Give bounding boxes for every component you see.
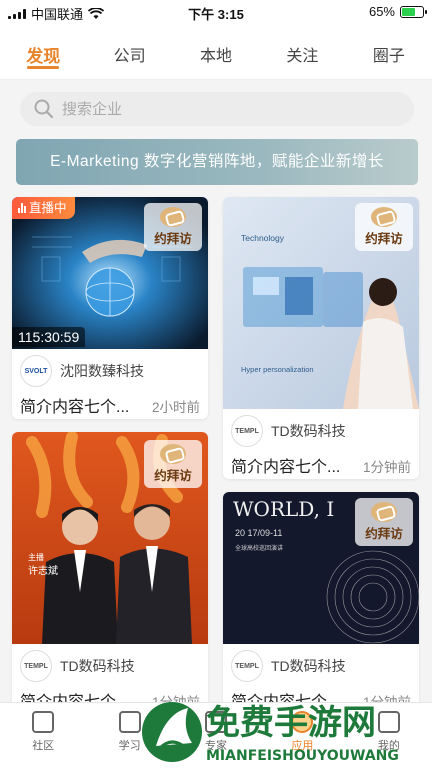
top-tabs: 发现 公司 本地 关注 圈子	[0, 22, 432, 80]
search-bar[interactable]	[20, 92, 414, 126]
company-name: TD数码科技	[271, 658, 346, 674]
tab-local[interactable]: 本地	[173, 22, 259, 79]
tab-discover[interactable]: 发现	[0, 22, 86, 79]
status-bar: 中国联通 下午 3:15 65%	[0, 0, 432, 22]
apps-icon	[291, 711, 314, 733]
visit-label: 约拜访	[154, 469, 192, 483]
battery-percent: 65%	[368, 4, 395, 19]
nav-expert[interactable]: 专家	[173, 703, 259, 768]
visit-button[interactable]: 约拜访	[355, 203, 413, 251]
company-card[interactable]: 主播 许志斌 约拜访 TEMPL TD数码科技 简介内容七个... 1分钟前	[12, 432, 208, 714]
company-card[interactable]: 直播中 约拜访 115:30:59 SVOLT 沈阳数臻科技 简介内容七个...…	[12, 197, 208, 419]
book-icon	[118, 711, 141, 733]
post-time: 1分钟前	[362, 460, 411, 475]
image-subtitle: 全球高校巡回演讲	[235, 544, 283, 552]
company-logo: TEMPL	[20, 650, 52, 682]
live-bars-icon	[18, 203, 26, 213]
visit-button[interactable]: 约拜访	[355, 498, 413, 546]
visit-label: 约拜访	[365, 527, 403, 541]
image-title: WORLD, I	[233, 497, 334, 521]
image-text-technology: Technology	[241, 233, 285, 243]
company-logo: TEMPL	[231, 415, 263, 447]
tab-follow[interactable]: 关注	[259, 22, 345, 79]
desc-text: 简介内容七个...	[231, 459, 341, 476]
company-card[interactable]: WORLD, I 20 17/09-11 全球高校巡回演讲 约拜访 TEMPL …	[223, 492, 419, 714]
company-row: TEMPL TD数码科技	[231, 415, 346, 447]
company-row: TEMPL TD数码科技	[20, 650, 135, 682]
nav-community[interactable]: 社区	[0, 703, 86, 768]
search-icon	[34, 99, 54, 119]
handshake-icon	[371, 502, 397, 522]
search-input[interactable]	[62, 100, 362, 118]
card-description: 简介内容七个... 2小时前	[20, 393, 200, 417]
visit-label: 约拜访	[365, 232, 403, 246]
visit-label: 约拜访	[154, 232, 192, 246]
handshake-icon	[160, 207, 186, 227]
nav-profile[interactable]: 我的	[346, 703, 432, 768]
live-badge: 直播中	[12, 197, 75, 219]
live-duration: 115:30:59	[12, 327, 86, 347]
expert-icon	[205, 711, 228, 733]
promo-banner[interactable]: E-Marketing 数字化营销阵地，赋能企业新增长	[16, 139, 418, 185]
tab-company[interactable]: 公司	[86, 22, 172, 79]
host-name: 许志斌	[28, 564, 58, 577]
handshake-icon	[160, 444, 186, 464]
company-logo: SVOLT	[20, 355, 52, 387]
profile-icon	[377, 711, 400, 733]
handshake-icon	[371, 207, 397, 227]
tab-circle[interactable]: 圈子	[346, 22, 432, 79]
clock: 下午 3:15	[188, 7, 244, 22]
live-label: 直播中	[29, 201, 67, 215]
visit-button[interactable]: 约拜访	[144, 440, 202, 488]
company-row: SVOLT 沈阳数臻科技	[20, 355, 144, 387]
community-icon	[32, 711, 55, 733]
image-date: 20 17/09-11	[235, 528, 282, 538]
bottom-nav: 社区 学习 专家 应用 我的	[0, 702, 432, 768]
company-name: 沈阳数臻科技	[60, 363, 144, 379]
post-time: 2小时前	[151, 400, 200, 415]
company-name: TD数码科技	[271, 423, 346, 439]
nav-learn[interactable]: 学习	[86, 703, 172, 768]
battery-icon	[400, 5, 427, 18]
visit-button[interactable]: 约拜访	[144, 203, 202, 251]
host-label: 主播	[28, 552, 44, 562]
image-text-hyper: Hyper personalization	[241, 365, 314, 374]
card-description: 简介内容七个... 1分钟前	[231, 453, 411, 477]
company-row: TEMPL TD数码科技	[231, 650, 346, 682]
desc-text: 简介内容七个...	[20, 399, 130, 416]
company-name: TD数码科技	[60, 658, 135, 674]
company-logo: TEMPL	[231, 650, 263, 682]
nav-apps[interactable]: 应用	[259, 703, 345, 768]
company-card[interactable]: Technology Hyper personalization 约拜访 TEM…	[223, 197, 419, 479]
